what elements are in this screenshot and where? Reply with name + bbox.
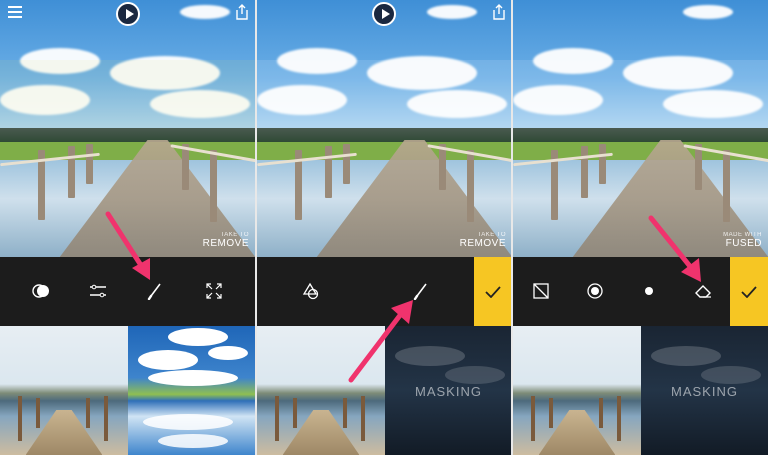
dock-post <box>86 144 93 184</box>
dock-post <box>343 398 347 428</box>
dock-post <box>617 396 621 441</box>
watermark-title: REMOVE <box>459 238 506 249</box>
screen-panel-2: TAKE TO REMOVE MASKING <box>257 0 512 455</box>
share-icon[interactable] <box>492 4 506 20</box>
watermark-title: FUSED <box>725 238 762 249</box>
watermark-caption: MADE WITH <box>723 232 762 238</box>
photo-thumbnail-dock[interactable] <box>257 326 385 455</box>
thumbnail-strip: MASKING <box>513 326 768 455</box>
masking-thumbnail[interactable]: MASKING <box>385 326 512 455</box>
dock-post <box>275 396 279 441</box>
cloud <box>138 350 198 370</box>
cloud <box>445 366 505 384</box>
watermark-title: REMOVE <box>202 238 249 249</box>
brush-icon[interactable] <box>145 281 165 301</box>
photo-canvas[interactable]: TAKE TO REMOVE <box>0 0 255 257</box>
cloud <box>427 5 477 19</box>
photo-canvas[interactable]: TAKE TO REMOVE <box>257 0 512 257</box>
shapes-icon[interactable] <box>301 281 321 301</box>
cloud <box>180 5 230 19</box>
invert-mask-icon[interactable] <box>531 281 551 301</box>
cloud <box>395 346 465 366</box>
dock-post <box>531 396 535 441</box>
checkmark-icon <box>485 285 501 298</box>
watermark: TAKE TO REMOVE <box>460 232 506 249</box>
watermark-caption: TAKE TO <box>220 232 249 238</box>
cloud <box>168 328 228 346</box>
dock-post <box>599 398 603 428</box>
play-button[interactable] <box>372 2 396 26</box>
dock-post <box>361 396 365 441</box>
toolbar <box>0 257 255 326</box>
watermark-caption: TAKE TO <box>477 232 506 238</box>
thumbnail-strip <box>0 326 255 455</box>
dock-post <box>293 398 297 428</box>
cloud <box>683 5 733 19</box>
dock-post <box>182 144 189 190</box>
masking-thumbnail[interactable]: MASKING <box>641 326 768 455</box>
cloud-reflection <box>158 434 228 448</box>
masking-label: MASKING <box>415 384 482 399</box>
dock-post <box>104 396 108 441</box>
dock-post <box>18 396 22 441</box>
dock-post <box>210 150 217 222</box>
dock-post <box>86 398 90 428</box>
cloud <box>148 370 238 386</box>
cloud-reflection <box>143 414 233 430</box>
share-icon[interactable] <box>235 4 249 20</box>
treeline <box>0 128 255 142</box>
dock-post <box>467 150 474 222</box>
treeline <box>257 128 512 142</box>
photo-thumbnail-dock[interactable] <box>0 326 128 455</box>
watermark: TAKE TO REMOVE <box>203 232 249 249</box>
dock-post <box>599 144 606 184</box>
dot-icon[interactable] <box>639 281 659 301</box>
photo-canvas[interactable]: MADE WITH FUSED <box>513 0 768 257</box>
screen-panel-1: TAKE TO REMOVE <box>0 0 255 455</box>
checkmark-icon <box>741 285 757 298</box>
cloud <box>701 366 761 384</box>
dock-post <box>343 144 350 184</box>
adjust-icon[interactable] <box>88 281 108 301</box>
confirm-button[interactable] <box>474 257 512 326</box>
masking-label: MASKING <box>671 384 738 399</box>
dock-post <box>695 144 702 190</box>
radial-icon[interactable] <box>585 281 605 301</box>
screen-panel-3: MADE WITH FUSED MASKING <box>513 0 768 455</box>
dock-post <box>581 146 588 198</box>
dock-post <box>325 146 332 198</box>
play-button[interactable] <box>116 2 140 26</box>
treeline <box>513 128 768 142</box>
menu-icon[interactable] <box>8 6 22 18</box>
brush-icon[interactable] <box>411 281 431 301</box>
dock-post <box>68 146 75 198</box>
dock-post <box>549 398 553 428</box>
photo-thumbnail-dock[interactable] <box>513 326 641 455</box>
dock-post <box>36 398 40 428</box>
photo-thumbnail-sky[interactable] <box>128 326 255 455</box>
expand-icon[interactable] <box>204 281 224 301</box>
cloud <box>651 346 721 366</box>
cloud <box>208 346 248 360</box>
blend-mode-icon[interactable] <box>31 281 51 301</box>
dock-post <box>439 144 446 190</box>
watermark: MADE WITH FUSED <box>723 232 762 249</box>
dock-post <box>723 150 730 222</box>
eraser-icon[interactable] <box>693 281 713 301</box>
confirm-button[interactable] <box>730 257 768 326</box>
thumbnail-strip: MASKING <box>257 326 512 455</box>
